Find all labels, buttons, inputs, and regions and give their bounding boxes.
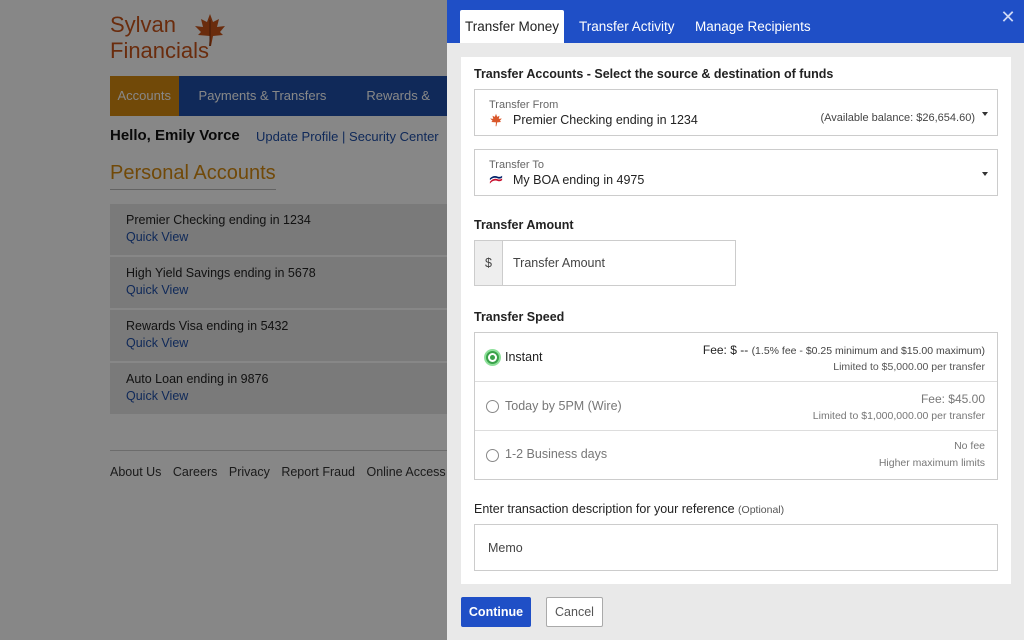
transfer-to-value: My BOA ending in 4975 xyxy=(513,173,645,187)
close-icon[interactable]: ✕ xyxy=(1000,8,1016,26)
speed-fee: No fee xyxy=(954,440,985,452)
speed-fee: Fee: $45.00 xyxy=(920,392,985,406)
speed-limit: Limited to $1,000,000.00 per transfer xyxy=(812,410,985,422)
currency-prefix: $ xyxy=(475,241,503,285)
chevron-down-icon xyxy=(982,172,988,176)
cancel-button[interactable]: Cancel xyxy=(546,597,603,627)
transfer-form: Transfer Accounts - Select the source & … xyxy=(461,57,1011,584)
maple-leaf-icon xyxy=(490,113,502,127)
transfer-from-label: Transfer From xyxy=(489,99,559,111)
radio-business-days[interactable] xyxy=(486,449,499,462)
transfer-to-label: Transfer To xyxy=(489,159,545,171)
fee-note: (1.5% fee - $0.25 minimum and $15.00 max… xyxy=(751,345,985,357)
speed-option-business-days[interactable]: 1-2 Business days No fee Higher maximum … xyxy=(475,431,997,479)
transfer-to-select[interactable]: Transfer To My BOA ending in 4975 xyxy=(474,149,998,196)
speed-label: Today by 5PM (Wire) xyxy=(505,399,622,413)
speed-limit: Limited to $5,000.00 per transfer xyxy=(833,361,985,373)
amount-field: $ xyxy=(474,240,736,286)
speed-options: Instant Fee: $ -- (1.5% fee - $0.25 mini… xyxy=(474,332,998,480)
available-balance: (Available balance: $26,654.60) xyxy=(820,112,975,124)
tab-transfer-activity[interactable]: Transfer Activity xyxy=(579,10,675,43)
fee-amount: Fee: $ -- xyxy=(702,343,749,357)
amount-heading: Transfer Amount xyxy=(474,218,574,232)
bank-flag-icon xyxy=(489,175,503,184)
tab-transfer-money[interactable]: Transfer Money xyxy=(460,10,564,43)
transfer-from-select[interactable]: Transfer From Premier Checking ending in… xyxy=(474,89,998,136)
speed-option-wire[interactable]: Today by 5PM (Wire) Fee: $45.00 Limited … xyxy=(475,382,997,431)
amount-input[interactable] xyxy=(503,241,735,285)
speed-limit: Higher maximum limits xyxy=(878,457,985,469)
radio-instant[interactable] xyxy=(486,351,499,364)
accounts-heading: Transfer Accounts - Select the source & … xyxy=(474,67,834,81)
drawer-tabs: Transfer Money Transfer Activity Manage … xyxy=(447,0,1024,43)
speed-option-instant[interactable]: Instant Fee: $ -- (1.5% fee - $0.25 mini… xyxy=(475,333,997,382)
chevron-down-icon xyxy=(982,112,988,116)
speed-fee: Fee: $ -- (1.5% fee - $0.25 minimum and … xyxy=(703,343,985,357)
transfer-from-value: Premier Checking ending in 1234 xyxy=(513,113,698,127)
memo-input[interactable] xyxy=(474,524,998,571)
tab-manage-recipients[interactable]: Manage Recipients xyxy=(695,10,811,43)
memo-optional: (Optional) xyxy=(738,504,785,516)
radio-wire[interactable] xyxy=(486,400,499,413)
speed-heading: Transfer Speed xyxy=(474,310,565,324)
transfer-drawer: Transfer Money Transfer Activity Manage … xyxy=(447,0,1024,640)
speed-label: Instant xyxy=(505,350,543,364)
speed-label: 1-2 Business days xyxy=(505,447,608,461)
memo-label: Enter transaction description for your r… xyxy=(474,502,784,516)
memo-label-text: Enter transaction description for your r… xyxy=(474,502,735,516)
continue-button[interactable]: Continue xyxy=(461,597,531,627)
